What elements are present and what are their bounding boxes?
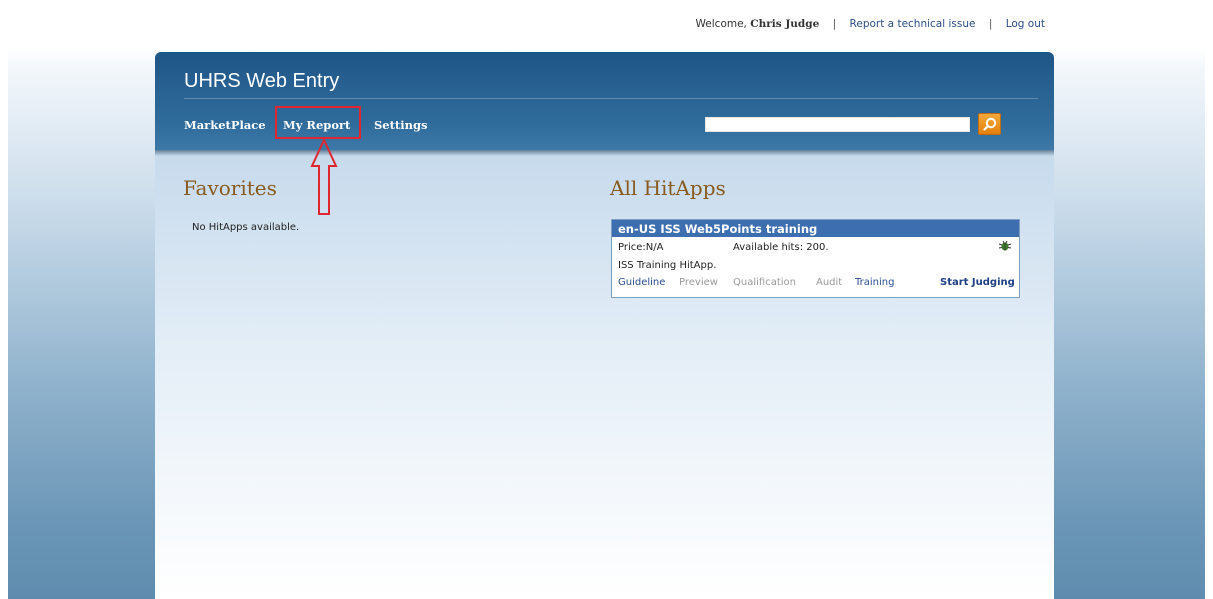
user-name: Chris Judge (750, 18, 820, 30)
audit-link: Audit (816, 277, 843, 288)
separator: | (988, 18, 993, 30)
main-panel: UHRS Web Entry MarketPlace My Report Set… (155, 52, 1054, 599)
start-judging-link[interactable]: Start Judging (940, 277, 1015, 288)
logout-link[interactable]: Log out (1006, 18, 1045, 30)
training-link[interactable]: Training (855, 277, 894, 288)
qualification-link: Qualification (733, 277, 796, 288)
welcome-prefix: Welcome, (695, 18, 747, 30)
header: UHRS Web Entry MarketPlace My Report Set… (155, 52, 1054, 156)
search-input[interactable] (705, 117, 970, 132)
guideline-link[interactable]: Guideline (618, 277, 665, 288)
magnifier-icon (982, 117, 996, 131)
hitapp-name[interactable]: en-US ISS Web5Points training (612, 220, 1019, 237)
hitapp-available-hits: Available hits: 200. (733, 242, 829, 253)
hitapp-price: Price:N/A (618, 242, 664, 253)
favorites-title: Favorites (183, 176, 277, 200)
hitapp-description: ISS Training HitApp. (618, 260, 717, 271)
preview-link: Preview (679, 277, 718, 288)
my-report-highlight-box (275, 106, 361, 139)
nav-settings[interactable]: Settings (374, 118, 428, 132)
user-bar: Welcome, Chris Judge | Report a technica… (696, 18, 1045, 30)
nav-marketplace[interactable]: MarketPlace (184, 118, 266, 132)
bug-icon[interactable] (998, 240, 1012, 252)
hitapp-card: en-US ISS Web5Points training Price:N/A … (611, 219, 1020, 298)
up-arrow-icon (310, 138, 338, 215)
search-button[interactable] (978, 113, 1001, 135)
app-title: UHRS Web Entry (184, 70, 340, 92)
separator: | (832, 18, 837, 30)
all-hitapps-title: All HitApps (610, 176, 726, 200)
report-issue-link[interactable]: Report a technical issue (850, 18, 976, 30)
favorites-empty-message: No HitApps available. (192, 222, 300, 233)
header-divider (184, 98, 1038, 99)
